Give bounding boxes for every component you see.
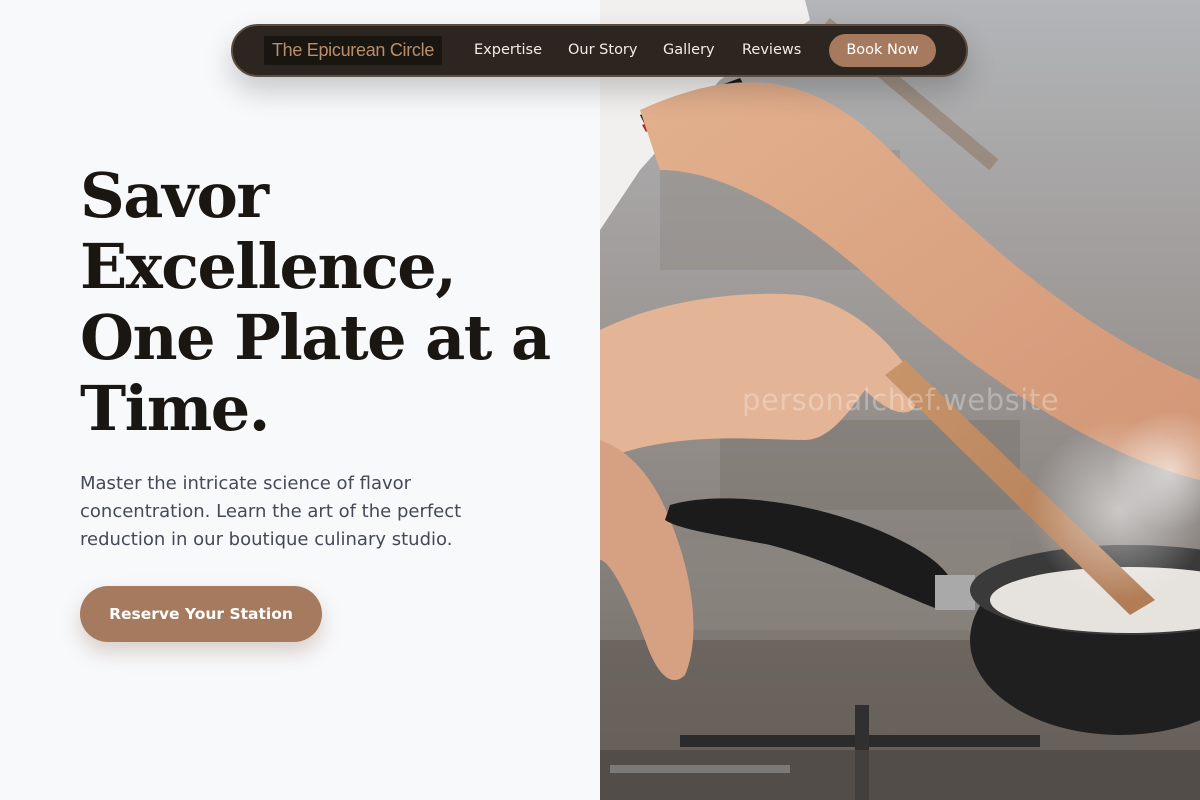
nav-link-reviews[interactable]: Reviews [742, 42, 801, 58]
nav-link-our-story[interactable]: Our Story [568, 42, 637, 58]
hero-chef-photo: personalchef.website [600, 0, 1200, 800]
reserve-station-button[interactable]: Reserve Your Station [80, 586, 322, 642]
book-now-button[interactable]: Book Now [829, 34, 936, 67]
nav-link-expertise[interactable]: Expertise [474, 42, 542, 58]
watermark-text: personalchef.website [742, 383, 1060, 417]
hero-headline: Savor Excellence, One Plate at a Time. [80, 159, 551, 445]
top-navigation: The Epicurean Circle Expertise Our Story… [231, 24, 968, 77]
nav-link-gallery[interactable]: Gallery [663, 42, 715, 58]
brand-logo[interactable]: The Epicurean Circle [264, 36, 442, 65]
hero-subtext: Master the intricate science of flavor c… [80, 473, 462, 550]
